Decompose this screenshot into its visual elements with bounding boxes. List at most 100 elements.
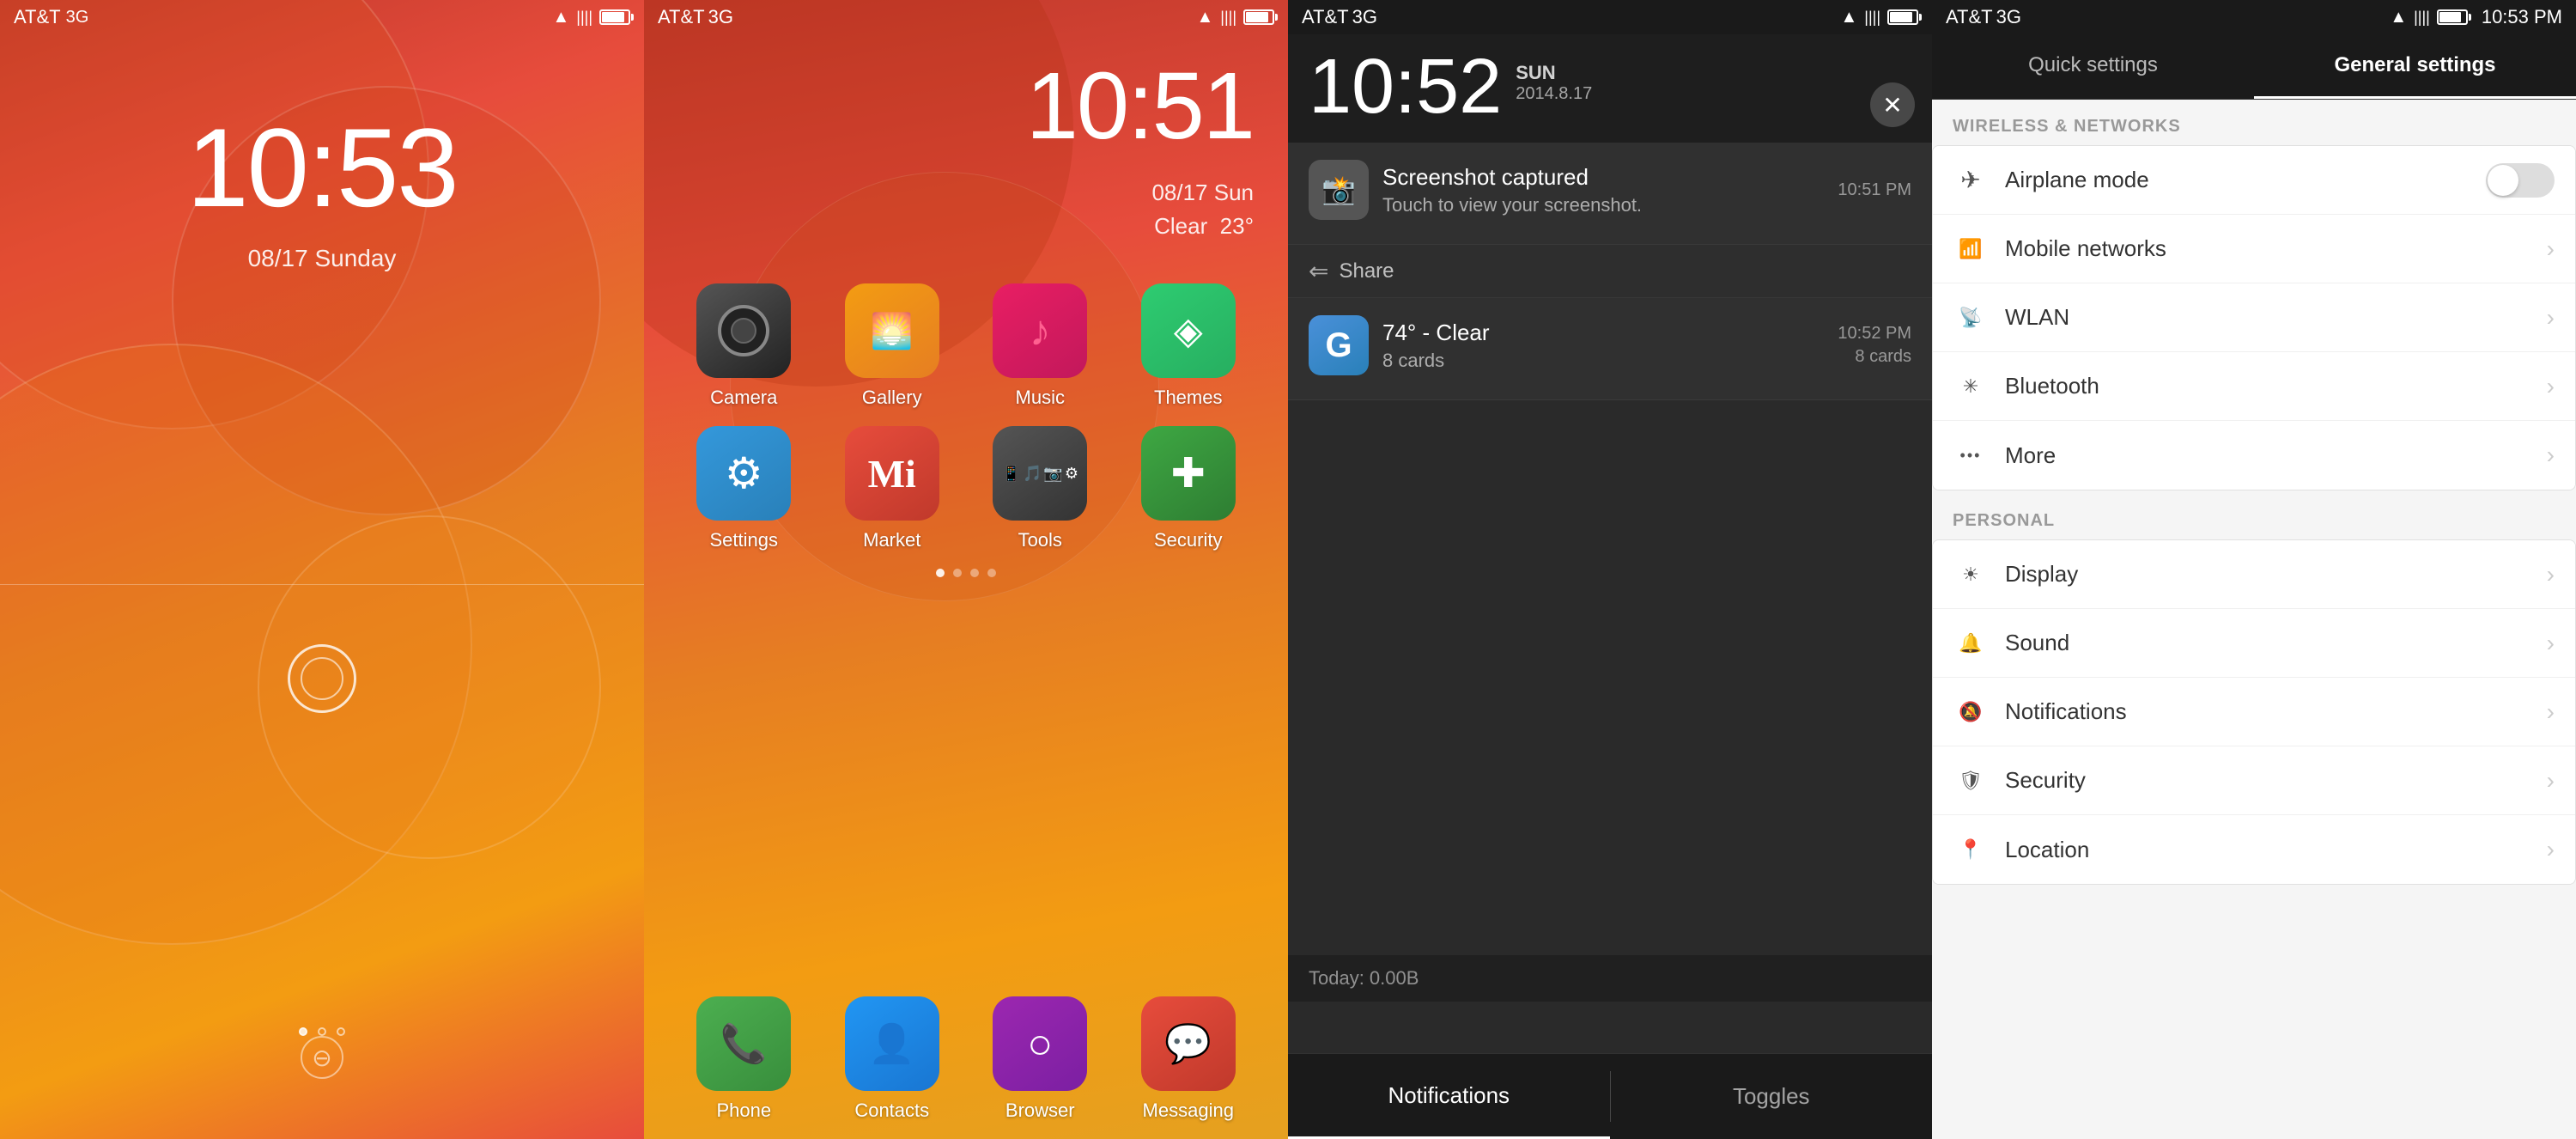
market-icon-bg: Mi <box>845 426 939 521</box>
app-themes[interactable]: ◈ Themes <box>1124 283 1253 409</box>
settings-notifications[interactable]: 🔕 Notifications › <box>1933 678 2575 746</box>
home-date: 08/17 Sun <box>1151 176 1254 210</box>
messaging-label: Messaging <box>1143 1099 1234 1122</box>
settings-status-bar: AT&T 3G ▲ |||| 10:53 PM <box>1932 0 2576 34</box>
settings-more[interactable]: ••• More › <box>1933 421 2575 490</box>
notif-traffic: Today: 0.00B <box>1288 955 1932 1002</box>
settings-bluetooth[interactable]: ✳ Bluetooth › <box>1933 352 2575 421</box>
notification-panel: AT&T 3G ▲ |||| 10:52 SUN 2014.8.17 ✕ 📸 S… <box>1288 0 1932 1139</box>
tab-quick-settings[interactable]: Quick settings <box>1932 34 2254 99</box>
browser-icon-bg: ○ <box>993 996 1087 1091</box>
traffic-label: Today: 0.00B <box>1309 967 1419 989</box>
app-gallery[interactable]: 🌅 Gallery <box>828 283 957 409</box>
app-market[interactable]: Mi Market <box>828 426 957 551</box>
airplane-mode-toggle[interactable] <box>2486 163 2555 198</box>
dock-contacts[interactable]: 👤 Contacts <box>828 996 957 1122</box>
more-chevron: › <box>2547 442 2555 469</box>
home-time: 10:51 <box>1026 52 1254 161</box>
wlan-icon: 📡 <box>1953 301 1988 335</box>
app-security[interactable]: ✚ Security <box>1124 426 1253 551</box>
dock-browser[interactable]: ○ Browser <box>975 996 1104 1122</box>
settings-status-icons: ▲ |||| 10:53 PM <box>2390 6 2562 28</box>
notification-item-2[interactable]: G 74° - Clear 8 cards 10:52 PM 8 cards <box>1288 298 1932 400</box>
mobile-networks-icon: 📶 <box>1953 232 1988 266</box>
settings-mobile-networks[interactable]: 📶 Mobile networks › <box>1933 215 2575 283</box>
camera-icon-bg: ● <box>696 283 791 378</box>
notif-battery-icon <box>1887 9 1918 25</box>
security-chevron: › <box>2547 767 2555 795</box>
settings-security[interactable]: 🛡 Security › <box>1933 746 2575 815</box>
themes-label: Themes <box>1154 387 1222 409</box>
settings-icon-bg: ⚙ <box>696 426 791 521</box>
browser-label: Browser <box>1005 1099 1075 1122</box>
music-icon-bg: ♪ <box>993 283 1087 378</box>
settings-airplane-mode[interactable]: ✈ Airplane mode <box>1933 146 2575 215</box>
security-icon-bg: ✚ <box>1141 426 1236 521</box>
bluetooth-icon: ✳ <box>1953 369 1988 404</box>
security-label: Security <box>1154 529 1222 551</box>
settings-location[interactable]: 📍 Location › <box>1933 815 2575 884</box>
lockscreen-network: 3G <box>66 8 89 27</box>
page-dot-1 <box>299 1027 307 1036</box>
settings-tabs: Quick settings General settings <box>1932 34 2576 100</box>
app-settings[interactable]: ⚙ Settings <box>679 426 808 551</box>
contacts-label: Contacts <box>854 1099 929 1122</box>
tools-label: Tools <box>1018 529 1062 551</box>
notif-card-content-1: Screenshot captured Touch to view your s… <box>1382 164 1824 216</box>
notif-close-button[interactable]: ✕ <box>1870 82 1915 127</box>
notif-signal-icon: |||| <box>1864 9 1880 27</box>
home-network: 3G <box>708 6 733 28</box>
notif-status-bar: AT&T 3G ▲ |||| <box>1288 0 1932 34</box>
sound-label: Sound <box>2005 630 2530 656</box>
sound-chevron: › <box>2547 630 2555 657</box>
music-label: Music <box>1016 387 1065 409</box>
home-battery-icon <box>1243 9 1274 25</box>
settings-network: 3G <box>1996 6 2021 28</box>
notif-header: 10:52 SUN 2014.8.17 ✕ <box>1288 34 1932 143</box>
notif-card-header-1: 📸 Screenshot captured Touch to view your… <box>1309 160 1911 220</box>
page-dot-3 <box>337 1027 345 1036</box>
app-tools[interactable]: 📱🎵📷⚙ Tools <box>975 426 1104 551</box>
lockscreen-page-dots <box>0 1027 644 1036</box>
lockscreen-unlock-ring[interactable] <box>288 644 356 713</box>
notif-network: 3G <box>1352 6 1377 28</box>
app-music[interactable]: ♪ Music <box>975 283 1104 409</box>
lockscreen-unlock-inner <box>301 657 343 700</box>
tab-general-settings[interactable]: General settings <box>2254 34 2576 99</box>
lockscreen-bottom-icon[interactable]: ⊖ <box>301 1036 343 1079</box>
bluetooth-label: Bluetooth <box>2005 373 2530 399</box>
settings-screen: AT&T 3G ▲ |||| 10:53 PM Quick settings G… <box>1932 0 2576 1139</box>
home-page-dot-1 <box>936 569 945 577</box>
settings-display[interactable]: ☀ Display › <box>1933 540 2575 609</box>
homescreen: AT&T 3G ▲ |||| 10:51 08/17 Sun Clear 23°… <box>644 0 1288 1139</box>
notif-title-2: 74° - Clear <box>1382 320 1824 346</box>
settings-wlan[interactable]: 📡 WLAN › <box>1933 283 2575 352</box>
settings-sound[interactable]: 🔔 Sound › <box>1933 609 2575 678</box>
airplane-mode-label: Airplane mode <box>2005 167 2469 193</box>
app-camera[interactable]: ● Camera <box>679 283 808 409</box>
dock-messaging[interactable]: 💬 Messaging <box>1124 996 1253 1122</box>
home-app-row-2: ⚙ Settings Mi Market 📱🎵📷⚙ Tools ✚ Securi… <box>670 426 1262 551</box>
dock-phone[interactable]: 📞 Phone <box>679 996 808 1122</box>
general-settings-label: General settings <box>2334 53 2495 76</box>
notifications-label: Notifications <box>2005 698 2530 725</box>
airplane-mode-icon: ✈ <box>1953 163 1988 198</box>
lockscreen-date: 08/17 Sunday <box>0 245 644 272</box>
notif-tab-toggles[interactable]: Toggles <box>1611 1054 1933 1139</box>
notif-share-row[interactable]: ⇐ Share <box>1288 245 1932 298</box>
notif-time: 10:52 <box>1309 48 1502 125</box>
notification-item-1[interactable]: 📸 Screenshot captured Touch to view your… <box>1288 143 1932 245</box>
share-icon: ⇐ <box>1309 257 1328 285</box>
home-wifi-icon: ▲ <box>1197 8 1214 27</box>
notifications-icon: 🔕 <box>1953 695 1988 729</box>
section-wireless-label: WIRELESS & NETWORKS <box>1953 117 2181 136</box>
quick-settings-label: Quick settings <box>2028 53 2158 76</box>
notif-subtitle-2: 8 cards <box>1382 350 1824 372</box>
settings-time: 10:53 PM <box>2482 6 2562 28</box>
settings-signal-icon: |||| <box>2414 9 2430 27</box>
wifi-icon: ▲ <box>553 8 570 27</box>
notif-tab-notifications[interactable]: Notifications <box>1288 1054 1610 1139</box>
home-page-dots <box>670 569 1262 577</box>
camera-label: Camera <box>710 387 777 409</box>
home-app-row-1: ● Camera 🌅 Gallery ♪ Music ◈ Themes <box>670 283 1262 409</box>
